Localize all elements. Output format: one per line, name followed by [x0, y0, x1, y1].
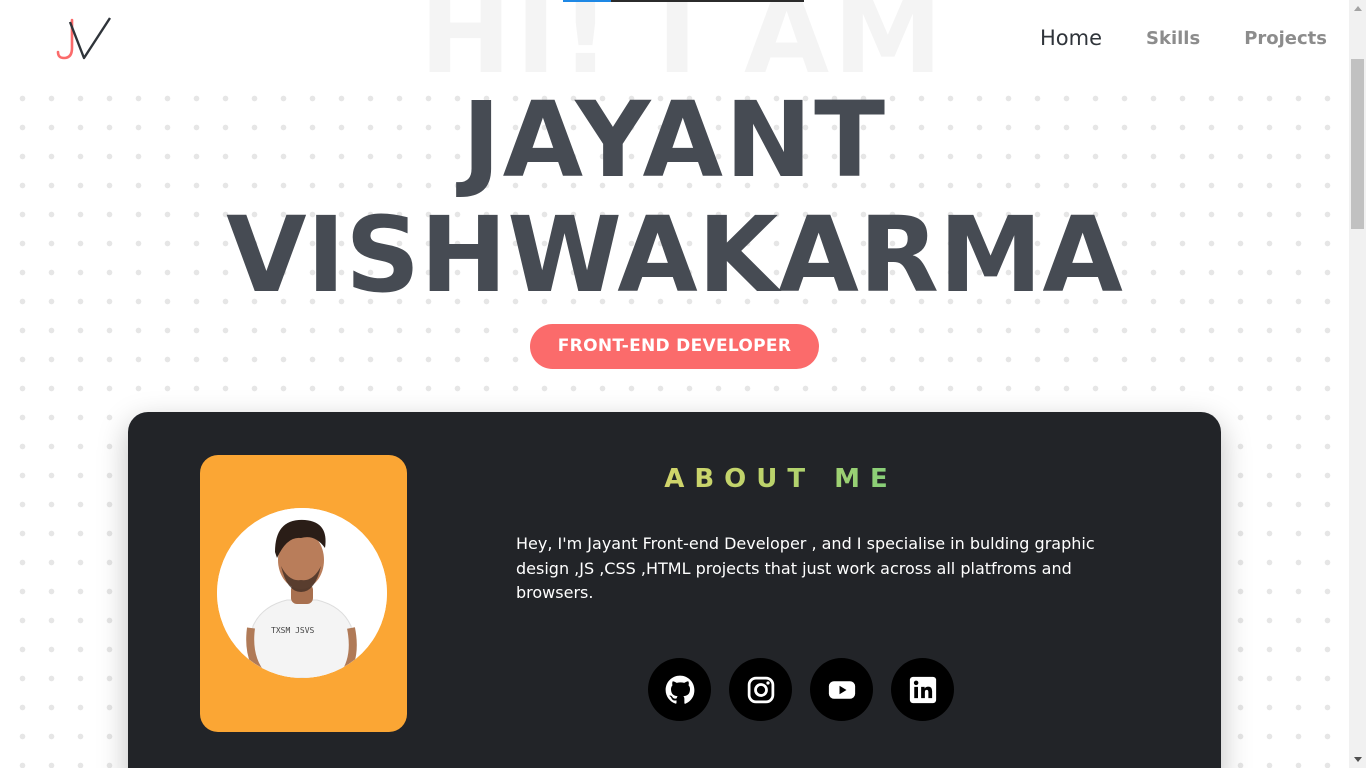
scroll-up-arrow-icon[interactable] — [1349, 0, 1366, 17]
about-card: TXSM JSVS ABOUT ME Hey, I'm Jayant Front… — [128, 412, 1221, 768]
github-link[interactable] — [648, 658, 711, 721]
instagram-icon — [747, 676, 774, 703]
profile-photo: TXSM JSVS — [217, 508, 387, 678]
nav-projects[interactable]: Projects — [1244, 28, 1327, 49]
main-nav: Home Skills Projects — [1040, 26, 1327, 50]
youtube-icon — [828, 680, 855, 699]
vertical-scrollbar[interactable] — [1349, 0, 1366, 768]
scrollbar-thumb[interactable] — [1351, 59, 1364, 229]
github-icon — [665, 675, 694, 704]
hero-first-name: JAYANT — [461, 79, 888, 201]
hero-last-name: VISHWAKARMA — [226, 194, 1123, 316]
role-badge: FRONT-END DEVELOPER — [530, 324, 819, 369]
social-links — [648, 658, 954, 721]
shirt-print: TXSM JSVS — [271, 626, 315, 635]
scroll-down-arrow-icon[interactable] — [1349, 751, 1366, 768]
about-title: ABOUT ME — [516, 464, 1046, 494]
instagram-link[interactable] — [729, 658, 792, 721]
person-portrait-icon: TXSM JSVS — [217, 508, 387, 678]
logo[interactable] — [56, 16, 114, 64]
site-header: Home Skills Projects — [0, 0, 1349, 78]
jv-logo-icon — [56, 17, 112, 60]
about-description: Hey, I'm Jayant Front-end Developer , an… — [516, 534, 1095, 602]
linkedin-link[interactable] — [891, 658, 954, 721]
youtube-link[interactable] — [810, 658, 873, 721]
page: HI! I AM Home Skills Projects JAYANT VIS… — [0, 0, 1366, 768]
profile-photo-frame: TXSM JSVS — [200, 455, 407, 732]
linkedin-icon — [909, 676, 936, 703]
nav-home[interactable]: Home — [1040, 26, 1102, 50]
nav-skills[interactable]: Skills — [1146, 28, 1200, 49]
